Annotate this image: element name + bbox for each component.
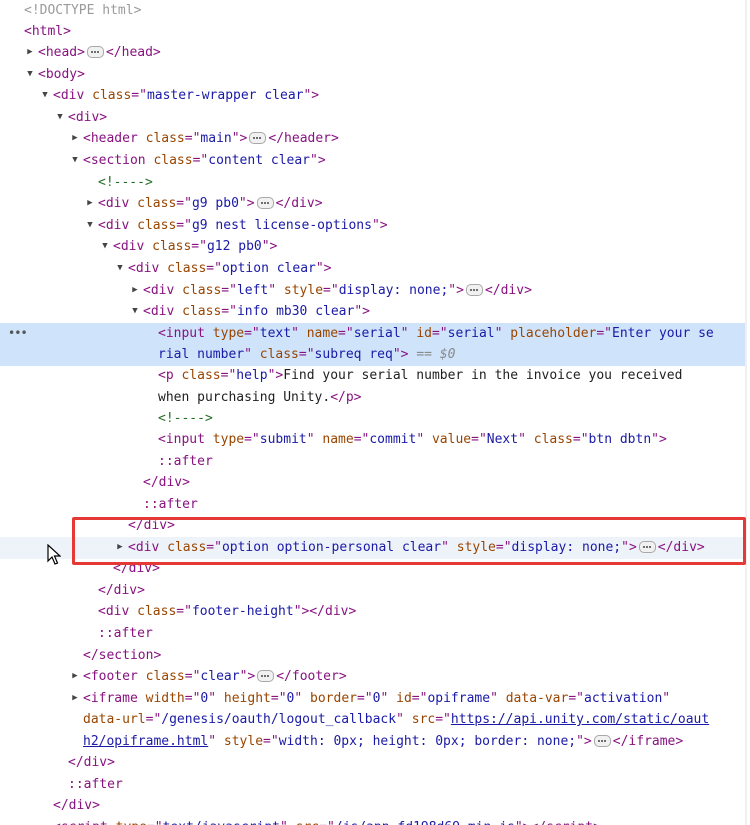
dom-node-row[interactable]: h2/opiframe.html" style="width: 0px; hei… [0, 731, 746, 753]
dom-node-row[interactable]: ••• <input type="text" name="serial" id="… [0, 323, 746, 345]
collapse-triangle-icon[interactable]: ▼ [55, 107, 65, 129]
expand-triangle-icon[interactable]: ▶ [70, 688, 80, 710]
dom-node-row[interactable]: <script type="text/javascript" src="/js/… [0, 817, 746, 825]
collapse-triangle-icon[interactable]: ▼ [25, 64, 35, 86]
node-markup: <section class="content clear"> [83, 153, 326, 168]
node-markup: when purchasing Unity.</p> [158, 390, 362, 405]
dom-node-row[interactable]: ▼ <div class="g12 pb0"> [0, 236, 746, 258]
dom-node-row[interactable]: ▼ <body> [0, 64, 746, 86]
dom-node-row[interactable]: <!----> [0, 172, 746, 194]
dom-node-row[interactable]: ::after [0, 494, 746, 516]
dom-node-row[interactable]: ▶ <iframe width="0" height="0" border="0"… [0, 688, 746, 710]
node-markup: <div class="g9 pb0"> </div> [98, 196, 323, 211]
node-markup: </div> [98, 583, 145, 598]
expand-triangle-icon[interactable]: ▶ [70, 666, 80, 688]
dom-node-row[interactable]: ▶ <footer class="clear"> </footer> [0, 666, 746, 688]
node-markup: <div class="g12 pb0"> [113, 239, 278, 254]
collapse-triangle-icon[interactable]: ▼ [40, 85, 50, 107]
dom-node-row[interactable]: ▼ <div class="g9 nest license-options"> [0, 215, 746, 237]
dom-node-row[interactable]: ▼ <section class="content clear"> [0, 150, 746, 172]
collapse-triangle-icon[interactable]: ▼ [70, 150, 80, 172]
node-markup: <header class="main"> </header> [83, 131, 339, 146]
scrollbar-track[interactable] [745, 0, 747, 825]
expand-triangle-icon[interactable]: ▶ [25, 42, 35, 64]
dom-node-row[interactable]: </div> [0, 580, 746, 602]
node-markup: <!----> [158, 411, 213, 426]
node-markup: ::after [143, 497, 198, 512]
expand-triangle-icon[interactable]: ▶ [70, 128, 80, 150]
collapse-triangle-icon[interactable]: ▼ [115, 258, 125, 280]
dom-node-row[interactable]: </section> [0, 645, 746, 667]
dom-node-row[interactable]: ▼ <div class="option clear"> [0, 258, 746, 280]
dom-node-row[interactable]: <html> [0, 21, 746, 43]
node-markup: <div class="info mb30 clear"> [143, 304, 370, 319]
node-markup: </div> [143, 475, 190, 490]
dom-node-row[interactable]: ▶ <div class="g9 pb0"> </div> [0, 193, 746, 215]
node-markup: ::after [98, 626, 153, 641]
dom-node-row[interactable]: ::after [0, 774, 746, 796]
node-markup: <div class="option clear"> [128, 261, 332, 276]
dom-node-row[interactable]: </div> [0, 795, 746, 817]
dom-node-row[interactable]: ::after [0, 451, 746, 473]
dom-node-row[interactable]: <!DOCTYPE html> [0, 0, 746, 22]
dom-node-row[interactable]: ▼ <div class="master-wrapper clear"> [0, 85, 746, 107]
node-markup: </section> [83, 648, 162, 663]
collapse-triangle-icon[interactable]: ▼ [85, 215, 95, 237]
dom-node-row[interactable]: ▶ <head> </head> [0, 42, 746, 64]
dom-node-row[interactable]: ::after [0, 623, 746, 645]
dom-node-row[interactable]: </div> [0, 472, 746, 494]
node-markup: </div> [53, 798, 100, 813]
dom-node-row[interactable]: <div class="footer-height"></div> [0, 601, 746, 623]
elements-tree: <!DOCTYPE html> <html> ▶ <head> </head> ▼ <bod… [0, 0, 750, 825]
node-markup: data-url="/genesis/oauth/logout_callback… [83, 712, 710, 727]
expand-triangle-icon[interactable]: ▶ [85, 193, 95, 215]
node-markup: <input type="text" name="serial" id="ser… [158, 326, 714, 341]
dom-node-row[interactable]: ▼ <div class="info mb30 clear"> [0, 301, 746, 323]
node-markup: <input type="submit" name="commit" value… [158, 432, 667, 447]
dom-node-row[interactable]: <input type="submit" name="commit" value… [0, 429, 746, 451]
node-markup: <head> </head> [38, 45, 161, 60]
dom-node-row[interactable]: when purchasing Unity.</p> [0, 387, 746, 409]
expand-triangle-icon[interactable]: ▶ [130, 280, 140, 302]
node-markup: <div> [68, 110, 108, 125]
node-markup: <html> [24, 24, 71, 39]
dom-node-row[interactable]: rial number" class="subreq req"> == $0 [0, 344, 746, 366]
node-markup: <iframe width="0" height="0" border="0" … [83, 691, 671, 706]
node-markup: <script type="text/javascript" src="/js/… [53, 817, 601, 825]
node-markup: <body> [38, 67, 85, 82]
dom-node-row[interactable]: ▶ <div class="left" style="display: none;… [0, 280, 746, 302]
dom-node-row[interactable]: ▼ <div> [0, 107, 746, 129]
more-options-icon[interactable]: ••• [8, 323, 28, 345]
highlight-box [72, 517, 746, 565]
node-markup: </div> [68, 755, 115, 770]
collapse-triangle-icon[interactable]: ▼ [130, 301, 140, 323]
dom-node-row[interactable]: <p class="help">Find your serial number … [0, 365, 746, 387]
node-markup: <footer class="clear"> </footer> [83, 669, 347, 684]
dom-node-row[interactable]: ▶ <header class="main"> </header> [0, 128, 746, 150]
node-markup: <div class="g9 nest license-options"> [98, 218, 388, 233]
dom-node-row[interactable]: <!----> [0, 408, 746, 430]
node-markup: h2/opiframe.html" style="width: 0px; hei… [83, 734, 684, 749]
node-markup: <div class="master-wrapper clear"> [53, 88, 320, 103]
mouse-cursor-icon [47, 544, 61, 565]
node-markup: ::after [68, 777, 123, 792]
node-markup: rial number" class="subreq req"> == $0 [158, 347, 456, 362]
collapse-triangle-icon[interactable]: ▼ [100, 236, 110, 258]
node-markup: <div class="left" style="display: none;"… [143, 283, 532, 298]
node-markup: <!----> [98, 175, 153, 190]
node-markup: <p class="help">Find your serial number … [158, 368, 683, 383]
dom-node-row[interactable]: </div> [0, 752, 746, 774]
dom-node-row[interactable]: data-url="/genesis/oauth/logout_callback… [0, 709, 746, 731]
node-markup: ::after [158, 454, 213, 469]
node-markup: <div class="footer-height"></div> [98, 604, 357, 619]
node-markup: <!DOCTYPE html> [24, 3, 142, 18]
